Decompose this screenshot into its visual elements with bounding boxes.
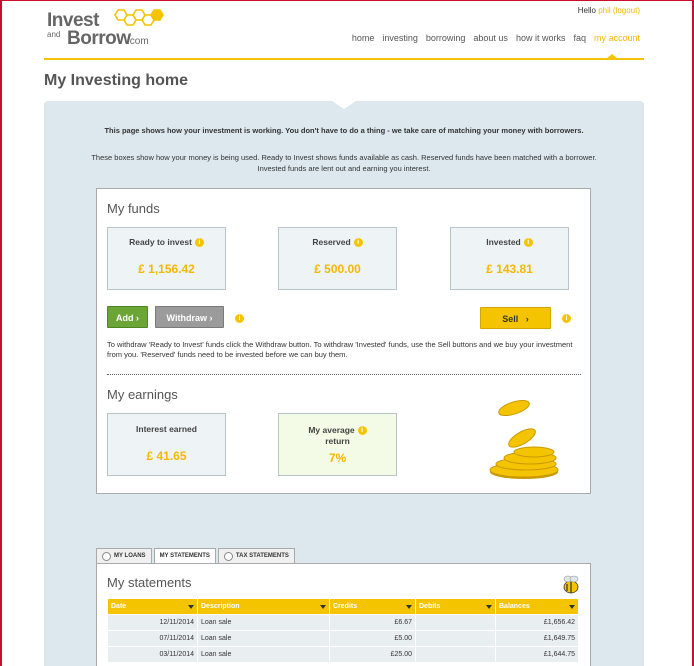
- table-row: 03/11/2014 Loan sale £25.00 £1,644.75: [107, 646, 579, 663]
- panel-notch: [332, 101, 356, 109]
- average-return-label: My average i return: [279, 425, 396, 447]
- sort-caret-icon: [188, 605, 194, 609]
- cell-date: 12/11/2014: [107, 614, 198, 631]
- cell-debit: [415, 614, 496, 631]
- nav-borrowing[interactable]: borrowing: [426, 33, 466, 43]
- col-credits[interactable]: Credits: [329, 598, 416, 615]
- col-date[interactable]: Date: [107, 598, 198, 615]
- sell-info-icon[interactable]: i: [562, 314, 571, 323]
- user-greeting: Hello phil (logout): [578, 6, 640, 15]
- cell-balance: £1,644.75: [495, 646, 579, 663]
- nav-faq[interactable]: faq: [573, 33, 586, 43]
- nav-home[interactable]: home: [352, 33, 375, 43]
- invested-label: Invested i: [451, 237, 568, 248]
- cell-balance: £1,656.42: [495, 614, 579, 631]
- add-button[interactable]: Add ›: [107, 306, 148, 328]
- chevron-right-icon: ›: [209, 313, 213, 323]
- intro-bold-text: This page shows how your investment is w…: [104, 126, 584, 135]
- invested-value: £ 143.81: [486, 262, 533, 276]
- reserved-label: Reserved i: [279, 237, 396, 248]
- nav-investing[interactable]: investing: [382, 33, 418, 43]
- ready-to-invest-value: £ 1,156.42: [138, 262, 195, 276]
- interest-earned-box: Interest earned £ 41.65: [107, 413, 226, 476]
- chevron-right-icon: ›: [525, 314, 529, 324]
- radio-icon: [102, 552, 111, 561]
- cell-balance: £1,649.75: [495, 630, 579, 647]
- average-return-value: 7%: [328, 451, 347, 465]
- table-row: 07/11/2014 Loan sale £5.00 £1,649.75: [107, 630, 579, 647]
- col-balances[interactable]: Balances: [495, 598, 579, 615]
- sort-caret-icon: [406, 605, 412, 609]
- page-title: My Investing home: [44, 72, 189, 89]
- withdraw-button[interactable]: Withdraw ›: [155, 306, 224, 328]
- main-nav: home investing borrowing about us how it…: [352, 33, 640, 43]
- my-earnings-title: My earnings: [107, 387, 178, 402]
- site-logo[interactable]: Invest and Borrow .com: [47, 8, 167, 54]
- info-icon[interactable]: i: [357, 426, 367, 436]
- cell-credit: £5.00: [329, 630, 416, 647]
- cell-description: Loan sale: [197, 614, 330, 631]
- average-return-box: My average i return 7%: [278, 413, 397, 476]
- section-divider: [107, 374, 581, 375]
- info-icon[interactable]: i: [353, 238, 363, 248]
- cell-credit: £25.00: [329, 646, 416, 663]
- nav-about-us[interactable]: about us: [473, 33, 508, 43]
- logo-word-com: .com: [127, 36, 149, 47]
- reserved-value: £ 500.00: [314, 262, 361, 276]
- statements-table: Date Description Credits Debits Balances…: [107, 598, 579, 663]
- greeting-text: Hello: [577, 6, 596, 15]
- invested-box: Invested i £ 143.81: [450, 227, 569, 290]
- nav-my-account[interactable]: my account: [594, 33, 640, 43]
- coins-illustration: [489, 399, 559, 479]
- logout-link[interactable]: (logout): [613, 6, 640, 15]
- cell-date: 07/11/2014: [107, 630, 198, 647]
- radio-icon: [223, 552, 233, 561]
- logo-word-and: and: [47, 30, 61, 39]
- honeycomb-icon: [114, 9, 164, 26]
- intro-text: These boxes show how your money is being…: [91, 153, 597, 173]
- info-icon[interactable]: i: [523, 238, 533, 248]
- cell-credit: £6.67: [329, 614, 416, 631]
- nav-divider: [44, 58, 644, 60]
- reserved-box: Reserved i £ 500.00: [278, 227, 397, 290]
- my-funds-title: My funds: [107, 201, 160, 216]
- user-name-link[interactable]: phil: [598, 6, 610, 15]
- tab-my-loans[interactable]: MY LOANS: [96, 548, 152, 564]
- tab-my-statements[interactable]: MY STATEMENTS: [153, 548, 216, 564]
- interest-earned-value: £ 41.65: [146, 449, 187, 463]
- cell-description: Loan sale: [197, 630, 330, 647]
- statements-tabs: MY LOANS MY STATEMENTS TAX STATEMENTS: [96, 548, 295, 564]
- col-debits[interactable]: Debits: [415, 598, 496, 615]
- cell-date: 03/11/2014: [107, 646, 198, 663]
- chevron-right-icon: ›: [136, 313, 139, 323]
- sort-caret-icon: [569, 605, 575, 609]
- my-statements-title: My statements: [107, 575, 192, 590]
- sort-caret-icon: [320, 605, 326, 609]
- cell-debit: [415, 646, 496, 663]
- col-description[interactable]: Description: [197, 598, 330, 615]
- cell-debit: [415, 630, 496, 647]
- withdraw-info-icon[interactable]: i: [235, 314, 244, 323]
- withdraw-note: To withdraw 'Ready to Invest' funds clic…: [107, 340, 573, 359]
- sell-button[interactable]: Sell ›: [480, 307, 551, 329]
- interest-earned-label: Interest earned: [136, 424, 197, 434]
- sort-caret-icon: [486, 605, 492, 609]
- nav-how-it-works[interactable]: how it works: [516, 33, 566, 43]
- ready-to-invest-label: Ready to invest i: [108, 237, 225, 248]
- tab-tax-statements[interactable]: TAX STATEMENTS: [217, 548, 295, 564]
- cell-description: Loan sale: [197, 646, 330, 663]
- bee-icon: [563, 575, 579, 594]
- info-icon[interactable]: i: [194, 238, 204, 248]
- ready-to-invest-box: Ready to invest i £ 1,156.42: [107, 227, 226, 290]
- table-row: 12/11/2014 Loan sale £6.67 £1,656.42: [107, 614, 579, 631]
